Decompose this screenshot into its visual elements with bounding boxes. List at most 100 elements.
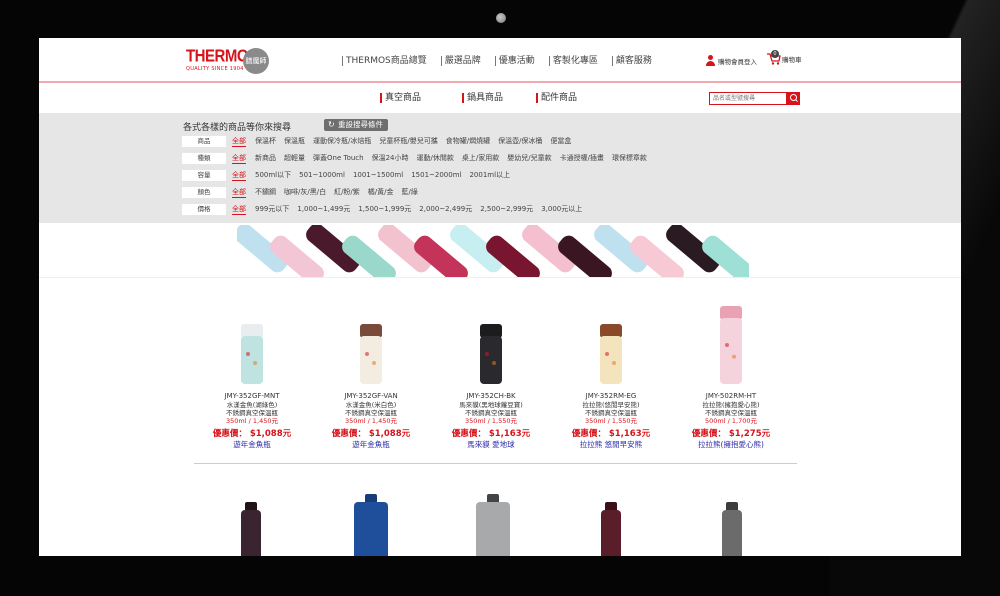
product-spec: 500ml / 1,700元 (705, 417, 757, 425)
filter-option[interactable]: 保溫24小時 (372, 153, 409, 163)
filter-option[interactable]: 1,500~1,999元 (358, 204, 411, 214)
product-image[interactable] (475, 494, 511, 556)
filter-option[interactable]: 保溫瓶 (284, 136, 305, 146)
member-login[interactable]: 購物會員登入 (705, 55, 757, 66)
category-vacuum[interactable]: 真空商品 (380, 93, 421, 103)
product-name: 馬來貘(黑地球蘿豆寶) (459, 401, 523, 409)
filter-panel: 各式各樣的商品等你來搜尋 重設搜尋條件 商品全部保溫杯保溫瓶運動保冷瓶/冰焙瓶兒… (39, 113, 961, 223)
category-nav: 真空商品 鍋具商品 配件商品 (39, 85, 961, 113)
filter-option[interactable]: 3,000元以上 (541, 204, 582, 214)
product-price: 優惠價： $1,088元 (212, 429, 292, 439)
filter-label: 容量 (182, 169, 226, 181)
filter-option[interactable]: 999元以下 (255, 204, 289, 214)
product-image[interactable] (240, 502, 262, 556)
row-divider (194, 463, 797, 464)
filter-row: 商品 全部 保溫杯 保溫瓶 運動保冷瓶/冰焙瓶 兒童杯瓶/嬰兒可攜 食物罐/燜燒罐 保溫壺/保… (182, 135, 579, 147)
product-series[interactable]: 拉拉熊 悠閒早安熊 (556, 440, 666, 450)
member-login-label: 購物會員登入 (718, 57, 757, 66)
product-model: JMY-352GF-MNT (224, 392, 280, 400)
product-model: JMY-352CH-BK (466, 392, 516, 400)
filter-option[interactable]: 運動/休閒款 (417, 153, 454, 163)
product-image[interactable] (556, 324, 666, 388)
product-type: 不銹鋼真空保溫瓶 (345, 409, 397, 417)
filter-option[interactable]: 全部 (232, 136, 246, 147)
product-model: JMY-352RM-EG (585, 392, 637, 400)
filter-option[interactable]: 2,500~2,999元 (480, 204, 533, 214)
filter-row: 價格 全部 999元以下 1,000~1,499元 1,500~1,999元 2,000~… (182, 203, 590, 215)
product-series[interactable]: 遊年金魚瓶 (316, 440, 426, 450)
product-type: 不銹鋼真空保溫瓶 (465, 409, 517, 417)
product-model: JMY-502RM-HT (705, 392, 757, 400)
filter-option[interactable]: 紅/粉/紫 (334, 187, 360, 197)
filter-option[interactable]: 501~1000ml (299, 171, 345, 179)
filter-option[interactable]: 500ml以下 (255, 170, 291, 180)
product-card[interactable]: JMY-352GF-VAN 水漾金魚(米白色) 不銹鋼真空保溫瓶 350ml / 1,… (316, 324, 426, 450)
filter-option[interactable]: 桌上/家用款 (462, 153, 499, 163)
product-image[interactable] (721, 502, 743, 556)
product-price: 優惠價： $1,275元 (691, 429, 771, 439)
search-input[interactable] (709, 92, 787, 105)
top-nav: THERMOS商品總覽 嚴選品牌 優惠活動 客製化專區 顧客服務 (342, 56, 666, 66)
filter-option[interactable]: 超輕量 (284, 153, 305, 163)
filter-option[interactable]: 彈蓋One Touch (313, 153, 364, 163)
filter-option[interactable]: 兒童杯瓶/嬰兒可攜 (379, 136, 437, 146)
filter-option[interactable]: 嬰幼兒/兒童款 (507, 153, 551, 163)
nav-item-custom[interactable]: 客製化專區 (548, 56, 606, 66)
product-card[interactable]: JMY-352RM-EG 拉拉熊(悠閒早安熊) 不銹鋼真空保溫瓶 350ml / 1,… (556, 324, 666, 450)
promo-banner[interactable] (237, 225, 749, 277)
product-image[interactable] (600, 502, 622, 556)
filter-option[interactable]: 不鏽鋼 (255, 187, 276, 197)
filter-option[interactable]: 2001ml以上 (469, 170, 510, 180)
filter-option[interactable]: 卡通授權/插畫 (560, 153, 604, 163)
product-image[interactable] (436, 324, 546, 388)
filter-option[interactable]: 1,000~1,499元 (297, 204, 350, 214)
product-spec: 350ml / 1,450元 (345, 417, 397, 425)
product-spec: 350ml / 1,450元 (226, 417, 278, 425)
filter-option[interactable]: 1001~1500ml (353, 171, 403, 179)
filter-option[interactable]: 2,000~2,499元 (419, 204, 472, 214)
nav-item-service[interactable]: 顧客服務 (611, 56, 660, 66)
filter-option[interactable]: 保溫壺/保冰桶 (498, 136, 542, 146)
filter-label: 種類 (182, 152, 226, 164)
product-card[interactable]: JMY-352CH-BK 馬來貘(黑地球蘿豆寶) 不銹鋼真空保溫瓶 350ml / 1… (436, 324, 546, 450)
filter-option[interactable]: 新商品 (255, 153, 276, 163)
filter-option[interactable]: 食物罐/燜燒罐 (446, 136, 490, 146)
nav-item-brands[interactable]: 嚴選品牌 (440, 56, 489, 66)
product-series[interactable]: 馬來貘 愛地球 (436, 440, 546, 450)
filter-option[interactable]: 全部 (232, 153, 246, 164)
filter-option[interactable]: 咖啡/灰/黑/白 (284, 187, 326, 197)
product-image[interactable] (316, 324, 426, 388)
nav-item-products[interactable]: THERMOS商品總覽 (342, 56, 435, 66)
product-card[interactable]: JMY-502RM-HT 拉拉熊(擁抱愛心熊) 不銹鋼真空保溫瓶 500ml / 1,… (676, 306, 786, 450)
filter-option[interactable]: 全部 (232, 170, 246, 181)
filter-option[interactable]: 全部 (232, 187, 246, 198)
filter-option[interactable]: 保溫杯 (255, 136, 276, 146)
search-icon[interactable] (787, 92, 800, 105)
site-header: THERMOS. QUALITY SINCE 1904 膳魔師 THERMOS商… (39, 38, 961, 83)
camera-icon (496, 13, 506, 23)
cart-link[interactable]: 0 購物車 (767, 50, 802, 65)
filter-option[interactable]: 便當盒 (550, 136, 571, 146)
product-series[interactable]: 遊年金魚瓶 (197, 440, 307, 450)
product-image[interactable] (197, 324, 307, 388)
product-type: 不銹鋼真空保溫瓶 (585, 409, 637, 417)
product-spec: 350ml / 1,550元 (465, 417, 517, 425)
product-image[interactable] (676, 306, 786, 388)
product-series[interactable]: 拉拉熊(擁抱愛心熊) (676, 440, 786, 450)
filter-option[interactable]: 橘/黃/金 (368, 187, 394, 197)
product-type: 不銹鋼真空保溫瓶 (705, 409, 757, 417)
category-accessories[interactable]: 配件商品 (536, 93, 577, 103)
product-price: 優惠價： $1,088元 (331, 429, 411, 439)
product-card[interactable]: JMY-352GF-MNT 水漾金魚(湖綠色) 不銹鋼真空保溫瓶 350ml / 1,… (197, 324, 307, 450)
filter-option[interactable]: 環保標章款 (612, 153, 647, 163)
product-image[interactable] (353, 494, 389, 556)
filter-option[interactable]: 運動保冷瓶/冰焙瓶 (313, 136, 371, 146)
product-model: JMY-352GF-VAN (344, 392, 398, 400)
nav-item-promotions[interactable]: 優惠活動 (494, 56, 543, 66)
filter-option[interactable]: 藍/綠 (402, 187, 418, 197)
filter-option[interactable]: 1501~2000ml (411, 171, 461, 179)
reset-filter-button[interactable]: 重設搜尋條件 (324, 119, 388, 131)
product-name: 拉拉熊(擁抱愛心熊) (702, 401, 760, 409)
filter-option[interactable]: 全部 (232, 204, 246, 215)
category-cookware[interactable]: 鍋具商品 (462, 93, 503, 103)
